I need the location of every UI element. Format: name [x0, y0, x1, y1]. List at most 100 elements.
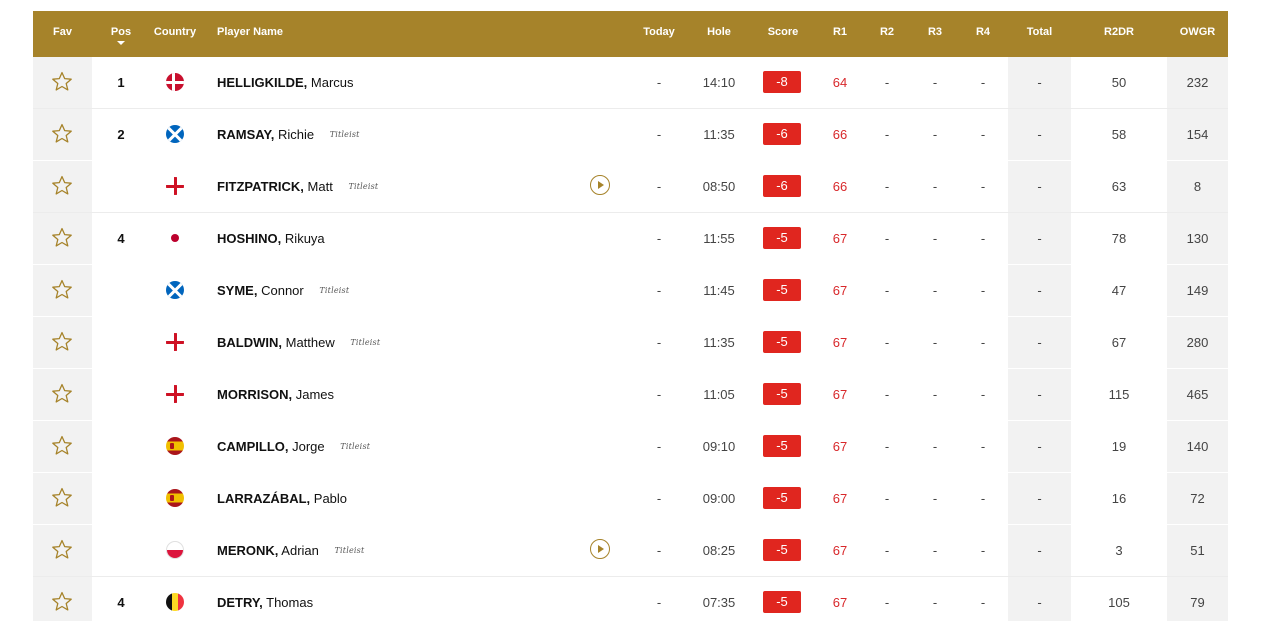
r4-value: - — [980, 127, 986, 142]
col-pos-header[interactable]: Pos — [103, 11, 139, 57]
owgr-value: 149 — [1186, 283, 1209, 298]
owgr-value: 72 — [1190, 491, 1205, 506]
player-surname: RAMSAY, — [217, 127, 275, 142]
r3-value: - — [932, 283, 938, 298]
col-r2-header: R2 — [879, 26, 895, 38]
position: 1 — [117, 75, 125, 90]
col-hole-header: Hole — [707, 26, 731, 38]
leaderboard-row[interactable]: MORRISON, James - 11:05 -5 67 - - - - 11… — [33, 369, 1228, 421]
today-value: - — [656, 127, 662, 142]
player-name[interactable]: BALDWIN, Matthew Titleist — [217, 317, 380, 368]
r4-value: - — [980, 387, 986, 402]
leaderboard-row[interactable]: LARRAZÁBAL, Pablo - 09:00 -5 67 - - - - … — [33, 473, 1228, 525]
r2-value: - — [884, 595, 890, 610]
player-name[interactable]: RAMSAY, Richie Titleist — [217, 109, 360, 160]
r2-value: - — [884, 75, 890, 90]
player-name[interactable]: DETRY, Thomas — [217, 577, 313, 628]
position: 2 — [117, 127, 125, 142]
sponsor-logo: Titleist — [319, 286, 350, 296]
favorite-star-icon[interactable] — [50, 174, 74, 198]
col-today-header: Today — [643, 26, 675, 38]
position — [103, 369, 139, 420]
position — [103, 265, 139, 316]
favorite-star-icon[interactable] — [50, 434, 74, 458]
player-surname: MERONK, — [217, 543, 279, 558]
favorite-star-icon[interactable] — [50, 590, 74, 614]
player-first-name: Richie — [277, 127, 315, 142]
col-fav-header: Fav — [53, 26, 72, 38]
leaderboard-row[interactable]: 2 RAMSAY, Richie Titleist - 11:35 -6 66 … — [33, 109, 1228, 161]
r4-value: - — [980, 283, 986, 298]
player-name[interactable]: HELLIGKILDE, Marcus — [217, 57, 354, 108]
owgr-value: 140 — [1186, 439, 1209, 454]
sponsor-logo: Titleist — [334, 546, 365, 556]
today-value: - — [656, 387, 662, 402]
player-name[interactable]: HOSHINO, Rikuya — [217, 213, 325, 264]
owgr-value: 154 — [1186, 127, 1209, 142]
player-first-name: Jorge — [292, 439, 325, 454]
player-first-name: Pablo — [313, 491, 348, 506]
favorite-star-icon[interactable] — [50, 278, 74, 302]
favorite-star-icon[interactable] — [50, 382, 74, 406]
player-name[interactable]: LARRAZÁBAL, Pablo — [217, 473, 347, 524]
favorite-star-icon[interactable] — [50, 330, 74, 354]
player-first-name: Adrian — [281, 543, 319, 558]
r3-value: - — [932, 75, 938, 90]
player-first-name: Rikuya — [284, 231, 325, 246]
scotland-flag-icon — [166, 125, 184, 143]
total-value: - — [1037, 595, 1042, 610]
favorite-star-icon[interactable] — [50, 538, 74, 562]
col-r3-header: R3 — [927, 26, 943, 38]
hole-value: 07:35 — [702, 595, 736, 610]
player-name[interactable]: CAMPILLO, Jorge Titleist — [217, 421, 370, 472]
leaderboard-row[interactable]: FITZPATRICK, Matt Titleist - 08:50 -6 66… — [33, 161, 1228, 213]
player-surname: SYME, — [217, 283, 258, 298]
r3-value: - — [932, 543, 938, 558]
r3-value: - — [932, 439, 938, 454]
favorite-star-icon[interactable] — [50, 70, 74, 94]
owgr-value: 130 — [1186, 231, 1209, 246]
r1-value: 66 — [832, 179, 848, 194]
player-first-name: Thomas — [266, 595, 314, 610]
r2dr-value: 115 — [1108, 387, 1130, 402]
leaderboard-row[interactable]: 4 HOSHINO, Rikuya - 11:55 -5 67 - - - - … — [33, 213, 1228, 265]
col-score-header: Score — [767, 26, 799, 38]
favorite-star-icon[interactable] — [50, 486, 74, 510]
play-video-icon[interactable] — [590, 539, 610, 559]
player-surname: DETRY, — [217, 595, 263, 610]
leaderboard-row[interactable]: 4 DETRY, Thomas - 07:35 -5 67 - - - - 10… — [33, 577, 1228, 622]
r4-value: - — [980, 75, 986, 90]
owgr-value: 79 — [1190, 595, 1205, 610]
spain-flag-icon — [166, 489, 184, 507]
player-name[interactable]: SYME, Connor Titleist — [217, 265, 349, 316]
r3-value: - — [932, 387, 938, 402]
col-country-header: Country — [153, 26, 197, 38]
position: 4 — [117, 595, 125, 610]
r4-value: - — [980, 595, 986, 610]
today-value: - — [656, 75, 662, 90]
position: 4 — [117, 231, 125, 246]
favorite-star-icon[interactable] — [50, 122, 74, 146]
poland-flag-icon — [166, 541, 184, 559]
leaderboard-row[interactable]: MERONK, Adrian Titleist - 08:25 -5 67 - … — [33, 525, 1228, 577]
score-badge: -5 — [763, 331, 801, 353]
play-video-icon[interactable] — [590, 175, 610, 195]
col-owgr-header: OWGR — [1179, 26, 1216, 38]
r2-value: - — [884, 439, 890, 454]
player-name[interactable]: FITZPATRICK, Matt Titleist — [217, 161, 378, 212]
sponsor-logo: Titleist — [350, 338, 381, 348]
player-name[interactable]: MORRISON, James — [217, 369, 334, 420]
r2dr-value: 67 — [1111, 335, 1127, 350]
leaderboard-row[interactable]: BALDWIN, Matthew Titleist - 11:35 -5 67 … — [33, 317, 1228, 369]
player-surname: HELLIGKILDE, — [217, 75, 308, 90]
hole-value: 11:45 — [703, 283, 735, 298]
today-value: - — [656, 179, 662, 194]
favorite-star-icon[interactable] — [50, 226, 74, 250]
player-first-name: Matt — [307, 179, 333, 194]
leaderboard-row[interactable]: SYME, Connor Titleist - 11:45 -5 67 - - … — [33, 265, 1228, 317]
player-name[interactable]: MERONK, Adrian Titleist — [217, 525, 364, 576]
position — [103, 161, 139, 212]
leaderboard-row[interactable]: 1 HELLIGKILDE, Marcus - 14:10 -8 64 - - … — [33, 57, 1228, 109]
hole-value: 11:05 — [703, 387, 735, 402]
leaderboard-row[interactable]: CAMPILLO, Jorge Titleist - 09:10 -5 67 -… — [33, 421, 1228, 473]
